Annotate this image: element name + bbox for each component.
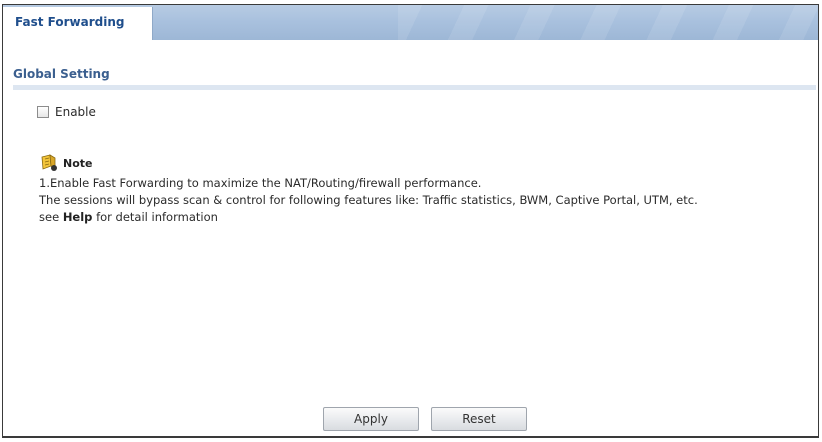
note-header: Note (39, 153, 92, 173)
note-line-2: The sessions will bypass scan & control … (39, 193, 698, 207)
fast-forwarding-panel: Fast Forwarding Global Setting Enable No… (2, 4, 819, 438)
enable-label[interactable]: Enable (55, 105, 96, 119)
reset-button[interactable]: Reset (431, 407, 527, 431)
tab-fast-forwarding[interactable]: Fast Forwarding (3, 7, 153, 40)
note-title: Note (63, 156, 93, 170)
tab-bar: Fast Forwarding (3, 5, 818, 40)
section-divider (13, 85, 816, 90)
note-pin-icon (41, 154, 57, 171)
enable-checkbox[interactable] (37, 106, 49, 118)
note-line-3: see Help for detail information (39, 209, 698, 226)
section-title-global-setting: Global Setting (13, 67, 110, 81)
help-link[interactable]: Help (63, 210, 93, 224)
tab-bar-decoration (398, 5, 818, 40)
note-line-3-suffix: for detail information (92, 210, 218, 224)
apply-button[interactable]: Apply (323, 407, 419, 431)
note-body: 1.Enable Fast Forwarding to maximize the… (39, 175, 698, 226)
note-line-3-prefix: see (39, 210, 63, 224)
note-line-1: 1.Enable Fast Forwarding to maximize the… (39, 176, 482, 190)
enable-row: Enable (37, 103, 96, 121)
